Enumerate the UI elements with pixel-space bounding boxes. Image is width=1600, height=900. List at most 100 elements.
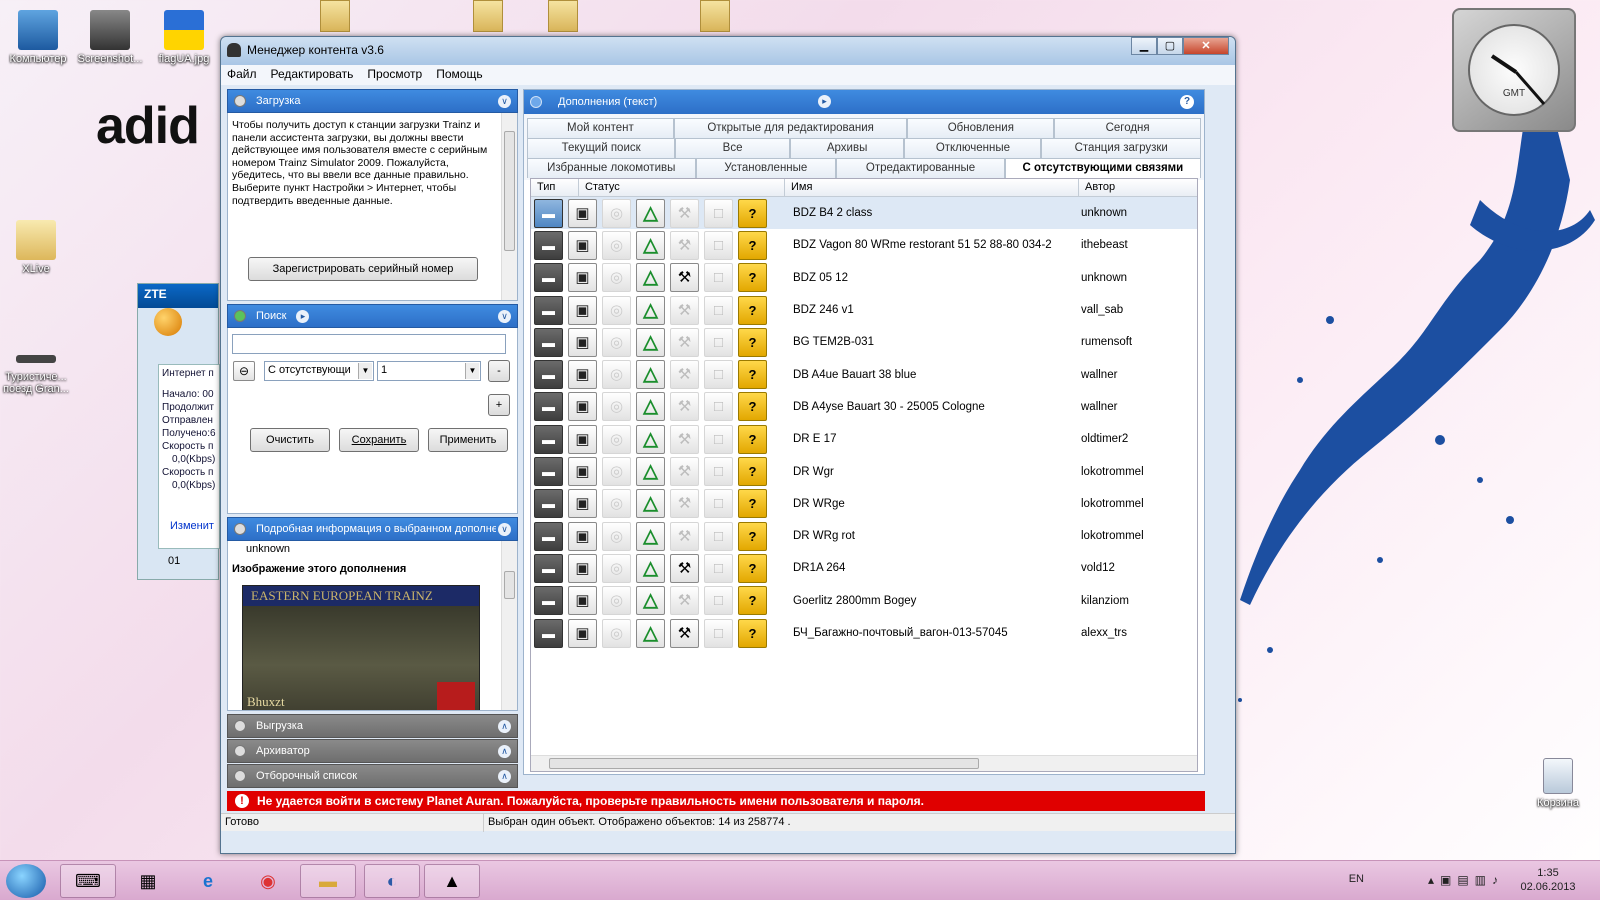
built-in-triangle-icon[interactable]: △ [636, 521, 665, 551]
package-icon[interactable]: □ [704, 263, 733, 293]
tools-icon[interactable]: ⚒ [670, 553, 699, 583]
filter-arg-select[interactable]: 1 ▼ [377, 361, 481, 381]
package-icon[interactable]: □ [704, 360, 733, 390]
disc-icon[interactable]: ◎ [602, 392, 631, 422]
wagon-type-icon[interactable]: ▬ [534, 618, 563, 648]
wagon-type-icon[interactable]: ▬ [534, 424, 563, 454]
column-header-name[interactable]: Имя [785, 179, 1079, 196]
unknown-dependency-icon[interactable]: ? [738, 327, 767, 357]
built-in-triangle-icon[interactable]: △ [636, 327, 665, 357]
taskbar-chrome[interactable]: ◉ [240, 864, 296, 898]
tools-icon[interactable]: ⚒ [670, 424, 699, 454]
wagon-type-icon[interactable]: ▬ [534, 489, 563, 519]
wagon-type-icon[interactable]: ▬ [534, 360, 563, 390]
table-row[interactable]: ▬ ▣ ◎ △ ⚒ □? DR Wgr lokotrommel [531, 455, 1197, 488]
package-icon[interactable]: □ [704, 586, 733, 616]
built-in-triangle-icon[interactable]: △ [636, 489, 665, 519]
taskbar-trainz-launcher[interactable]: ◐ [364, 864, 420, 898]
built-in-triangle-icon[interactable]: △ [636, 230, 665, 260]
unknown-dependency-icon[interactable]: ? [738, 521, 767, 551]
wagon-type-icon[interactable]: ▬ [534, 392, 563, 422]
disc-icon[interactable]: ◎ [602, 295, 631, 325]
table-horizontal-scrollbar[interactable] [531, 755, 1197, 771]
help-icon[interactable]: ? [1180, 95, 1194, 109]
table-row[interactable]: ▬ ▣ ◎ △ ⚒ □? BDZ 246 v1 vall_sab [531, 294, 1197, 326]
taskbar-explorer[interactable]: ▬ [300, 864, 356, 898]
tab-installed[interactable]: Установленные [695, 158, 837, 178]
filter-type-select[interactable]: С отсутствующи ▼ [264, 361, 374, 381]
table-row[interactable]: ▬ ▣ ◎ △ ⚒ □? DR E 17 oldtimer2 [531, 423, 1197, 455]
archiver-panel-header[interactable]: Архиватор ∧ [227, 739, 518, 763]
unknown-dependency-icon[interactable]: ? [738, 489, 767, 519]
taskbar-keyboard-app[interactable]: ⌨ [60, 864, 116, 898]
built-in-triangle-icon[interactable]: △ [636, 263, 665, 293]
package-icon[interactable]: □ [704, 424, 733, 454]
built-in-triangle-icon[interactable]: △ [636, 618, 665, 648]
package-icon[interactable]: □ [704, 553, 733, 583]
built-in-triangle-icon[interactable]: △ [636, 360, 665, 390]
local-install-icon[interactable]: ▣ [568, 295, 597, 325]
chevron-down-icon[interactable]: ∨ [498, 309, 511, 323]
package-icon[interactable]: □ [704, 327, 733, 357]
wagon-type-icon[interactable]: ▬ [534, 553, 563, 583]
built-in-triangle-icon[interactable]: △ [636, 553, 665, 583]
tools-icon[interactable]: ⚒ [670, 457, 699, 487]
built-in-triangle-icon[interactable]: △ [636, 198, 665, 228]
wagon-type-icon[interactable]: ▬ [534, 457, 563, 487]
table-row[interactable]: ▬ ▣ ◎ △ ⚒ □? БЧ_Багажно-почтовый_вагон-013-570… [531, 617, 1197, 649]
chevron-up-icon[interactable]: ∧ [498, 719, 511, 733]
table-row[interactable]: ▬ ▣ ◎ △ ⚒ □? BDZ Vagon 80 WRme restorant 51 52… [531, 229, 1197, 261]
tools-icon[interactable]: ⚒ [670, 327, 699, 357]
disc-icon[interactable]: ◎ [602, 360, 631, 390]
clock-gadget[interactable]: GMT [1452, 8, 1576, 132]
tools-icon[interactable]: ⚒ [670, 586, 699, 616]
tab-all[interactable]: Все [675, 138, 790, 158]
column-header-author[interactable]: Автор [1079, 179, 1197, 196]
wagon-type-icon[interactable]: ▬ [534, 263, 563, 293]
add-row-button[interactable]: + [488, 394, 510, 416]
built-in-triangle-icon[interactable]: △ [636, 457, 665, 487]
language-indicator[interactable]: EN [1349, 873, 1364, 885]
tab-favorite-locomotives[interactable]: Избранные локомотивы [527, 158, 696, 178]
folder-icon[interactable] [320, 0, 350, 32]
menu-view[interactable]: Просмотр [367, 67, 422, 83]
local-install-icon[interactable]: ▣ [568, 392, 597, 422]
save-button[interactable]: Сохранить [339, 428, 419, 452]
tab-disabled[interactable]: Отключенные [904, 138, 1042, 158]
unknown-dependency-icon[interactable]: ? [738, 424, 767, 454]
maximize-button[interactable]: ▢ [1157, 37, 1183, 55]
folder-icon[interactable] [700, 0, 730, 32]
details-panel-header[interactable]: Подробная информация о выбранном дополне… [227, 517, 518, 541]
package-icon[interactable]: □ [704, 230, 733, 260]
package-icon[interactable]: □ [704, 521, 733, 551]
tools-icon[interactable]: ⚒ [670, 489, 699, 519]
built-in-triangle-icon[interactable]: △ [636, 586, 665, 616]
globe-icon[interactable] [154, 308, 182, 336]
package-icon[interactable]: □ [704, 489, 733, 519]
taskbar-calculator[interactable]: ▦ [120, 864, 176, 898]
disc-icon[interactable]: ◎ [602, 618, 631, 648]
desktop-icon-train[interactable]: Туристиче... поезд Gran... [0, 355, 72, 395]
package-icon[interactable]: □ [704, 295, 733, 325]
tools-icon[interactable]: ⚒ [670, 521, 699, 551]
desktop-icon-xlive[interactable]: XLive [0, 220, 72, 275]
upload-panel-header[interactable]: Выгрузка ∧ [227, 714, 518, 738]
unknown-dependency-icon[interactable]: ? [738, 457, 767, 487]
built-in-triangle-icon[interactable]: △ [636, 424, 665, 454]
unknown-dependency-icon[interactable]: ? [738, 230, 767, 260]
wagon-type-icon[interactable]: ▬ [534, 586, 563, 616]
disc-icon[interactable]: ◎ [602, 327, 631, 357]
table-row[interactable]: ▬ ▣ ◎ △ ⚒ □? DR1A 264 vold12 [531, 552, 1197, 584]
local-install-icon[interactable]: ▣ [568, 521, 597, 551]
apply-button[interactable]: Применить [428, 428, 508, 452]
disc-icon[interactable]: ◎ [602, 586, 631, 616]
local-install-icon[interactable]: ▣ [568, 618, 597, 648]
tab-archives[interactable]: Архивы [789, 138, 905, 158]
disc-icon[interactable]: ◎ [602, 553, 631, 583]
local-install-icon[interactable]: ▣ [568, 586, 597, 616]
taskbar-content-manager[interactable]: ▲ [424, 864, 480, 898]
table-row[interactable]: ▬ ▣ ◎ △ ⚒ □? BDZ B4 2 class unknown [531, 197, 1197, 230]
tab-missing-dependencies[interactable]: С отсутствующими связями [1004, 158, 1201, 178]
tab-my-content[interactable]: Мой контент [527, 118, 674, 138]
tab-open-for-edit[interactable]: Открытые для редактирования [673, 118, 908, 138]
